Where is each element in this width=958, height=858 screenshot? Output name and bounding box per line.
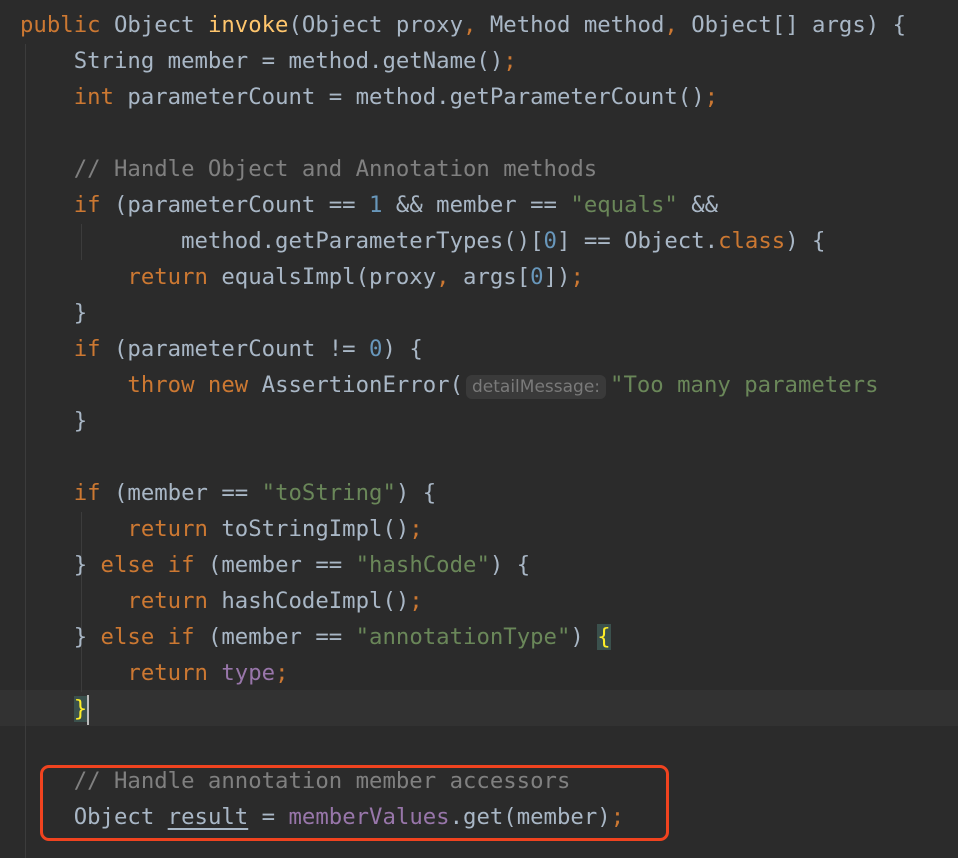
code-token: // Handle Object and Annotation methods bbox=[20, 156, 598, 182]
code-token: "annotationType" bbox=[355, 624, 571, 650]
code-token: return bbox=[20, 264, 222, 290]
code-token: if bbox=[20, 336, 114, 362]
code-token: && bbox=[677, 192, 719, 218]
code-token: hashCodeImpl() bbox=[221, 588, 410, 614]
code-token: } bbox=[20, 552, 101, 578]
code-line[interactable]: } else if (member == "hashCode") { bbox=[20, 547, 530, 583]
code-line[interactable]: if (parameterCount == 1 && member == "eq… bbox=[20, 187, 718, 223]
code-token: (parameterCount == bbox=[113, 192, 370, 218]
code-token: "equals" bbox=[570, 192, 678, 218]
code-token: ) { bbox=[785, 228, 826, 254]
code-token: String member = method.getName() bbox=[20, 48, 504, 74]
code-token: toStringImpl() bbox=[221, 516, 410, 542]
code-token: , bbox=[664, 12, 692, 38]
annotation-highlight-box bbox=[40, 765, 669, 841]
code-token: (member == bbox=[207, 624, 356, 650]
code-token: 0 bbox=[369, 336, 383, 362]
code-token: } bbox=[20, 408, 88, 434]
code-token: type bbox=[221, 660, 276, 686]
text-caret bbox=[87, 694, 90, 725]
code-line[interactable]: return toStringImpl(); bbox=[20, 511, 423, 547]
code-token: if bbox=[20, 192, 114, 218]
code-line[interactable]: return type; bbox=[20, 655, 289, 691]
code-token: "hashCode" bbox=[355, 552, 490, 578]
code-token: ; bbox=[275, 660, 289, 686]
code-token: ; bbox=[570, 264, 584, 290]
code-token: ) { bbox=[382, 336, 423, 362]
code-token: "toString" bbox=[261, 480, 396, 506]
code-token: (parameterCount != bbox=[113, 336, 370, 362]
code-line[interactable]: return hashCodeImpl(); bbox=[20, 583, 423, 619]
code-token: ] == Object. bbox=[556, 228, 719, 254]
code-token: else if bbox=[100, 552, 208, 578]
code-line[interactable]: } else if (member == "annotationType") { bbox=[20, 619, 611, 655]
matched-brace: { bbox=[597, 624, 611, 650]
parameter-hint: detailMessage: bbox=[466, 375, 607, 399]
code-line[interactable]: method.getParameterTypes()[0] == Object.… bbox=[20, 223, 825, 259]
code-token: (Object proxy bbox=[288, 12, 463, 38]
code-token: throw new bbox=[20, 372, 262, 398]
code-token: ) { bbox=[395, 480, 437, 506]
code-line[interactable]: } bbox=[20, 403, 87, 439]
code-token: (member == bbox=[113, 480, 262, 506]
code-line[interactable]: throw new AssertionError(detailMessage: "… bbox=[20, 367, 879, 403]
code-line[interactable]: return equalsImpl(proxy, args[0]); bbox=[20, 259, 584, 295]
code-token: invoke bbox=[207, 12, 289, 38]
code-token: Object[] args) { bbox=[691, 12, 907, 38]
code-token: 1 bbox=[369, 192, 383, 218]
code-token: ; bbox=[503, 48, 517, 74]
code-token: 0 bbox=[530, 264, 544, 290]
code-token: ]) bbox=[543, 264, 571, 290]
code-token: "Too many parameters bbox=[610, 372, 879, 398]
code-line[interactable]: if (parameterCount != 0) { bbox=[20, 331, 423, 367]
code-token: return bbox=[20, 516, 222, 542]
code-token: AssertionError( bbox=[261, 372, 463, 398]
matched-brace: } bbox=[73, 696, 88, 722]
code-editor[interactable]: public Object invoke(Object proxy, Metho… bbox=[0, 0, 958, 858]
code-token: } bbox=[20, 624, 101, 650]
code-line[interactable]: } bbox=[20, 295, 87, 331]
code-line[interactable]: } bbox=[20, 691, 90, 727]
code-token: } bbox=[20, 300, 88, 326]
code-token: else if bbox=[100, 624, 208, 650]
code-token: Object bbox=[113, 12, 208, 38]
code-token: ) { bbox=[489, 552, 531, 578]
code-token: return bbox=[20, 588, 222, 614]
code-line[interactable]: public Object invoke(Object proxy, Metho… bbox=[20, 7, 906, 43]
code-token: args[ bbox=[463, 264, 531, 290]
code-line[interactable]: int parameterCount = method.getParameter… bbox=[20, 79, 718, 115]
code-token: parameterCount = method.getParameterCoun… bbox=[127, 84, 705, 110]
code-token: Method method bbox=[489, 12, 665, 38]
code-token: (member == bbox=[207, 552, 356, 578]
code-token: public bbox=[20, 12, 114, 38]
code-token: ; bbox=[409, 588, 423, 614]
code-token: ; bbox=[409, 516, 423, 542]
code-token: if bbox=[20, 480, 114, 506]
code-line[interactable]: String member = method.getName(); bbox=[20, 43, 517, 79]
code-token: 0 bbox=[543, 228, 557, 254]
code-token: ) bbox=[570, 624, 598, 650]
code-token: int bbox=[20, 84, 128, 110]
code-line[interactable]: // Handle Object and Annotation methods bbox=[20, 151, 598, 187]
code-token: && member == bbox=[382, 192, 571, 218]
current-line-highlight bbox=[0, 690, 958, 726]
code-token: , bbox=[436, 264, 464, 290]
code-token: equalsImpl(proxy bbox=[221, 264, 437, 290]
code-token: , bbox=[463, 12, 490, 38]
code-line[interactable]: if (member == "toString") { bbox=[20, 475, 436, 511]
code-token: class bbox=[718, 228, 786, 254]
code-token: return bbox=[20, 660, 222, 686]
code-token: method.getParameterTypes()[ bbox=[20, 228, 544, 254]
code-token: ; bbox=[704, 84, 719, 110]
